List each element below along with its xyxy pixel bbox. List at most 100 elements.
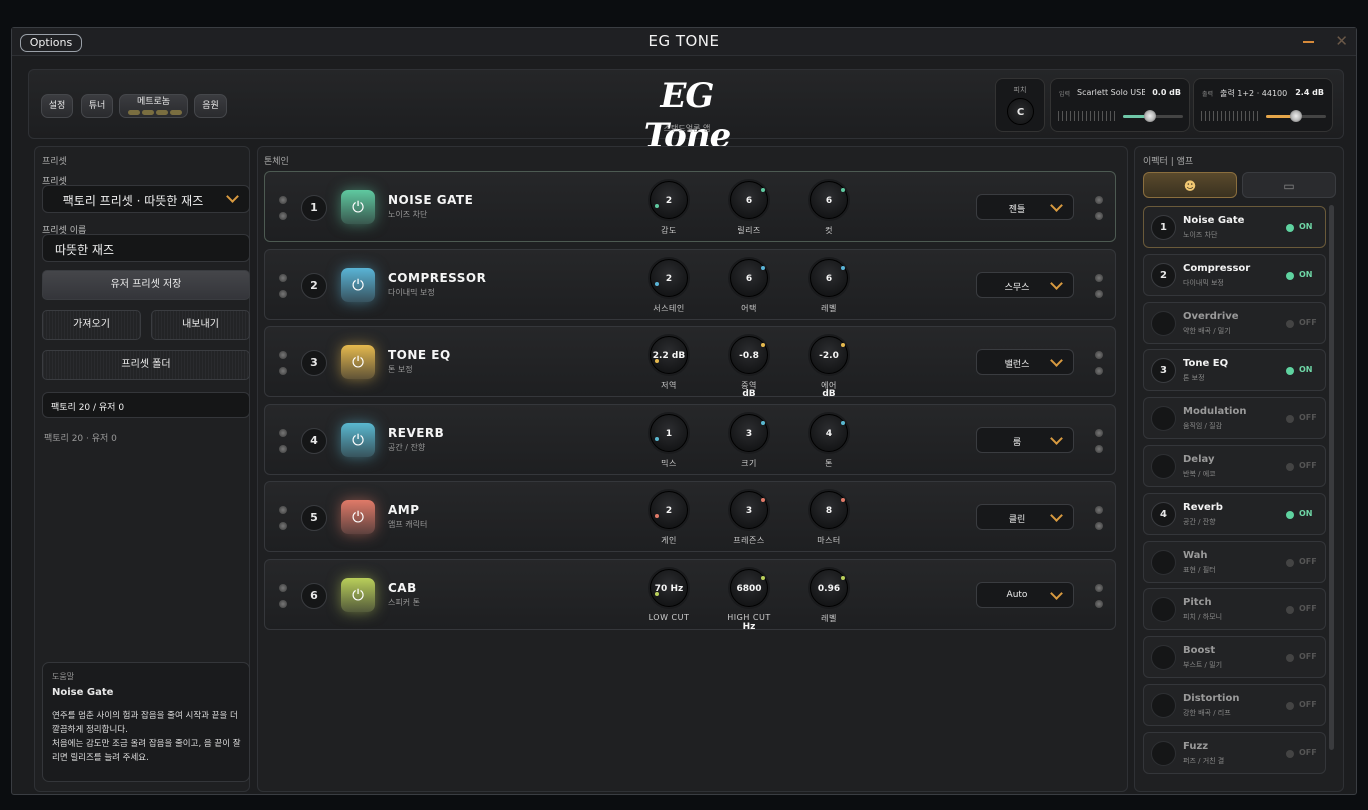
param-knob[interactable]: 6 <box>810 258 848 297</box>
input-gain-slider[interactable] <box>1123 110 1183 122</box>
knob-value: -2.0 dB <box>819 351 839 399</box>
effects-scrollbar[interactable] <box>1329 205 1334 750</box>
knob-label: 감도 <box>661 226 677 235</box>
close-icon[interactable]: ✕ <box>1335 32 1348 50</box>
settings-button[interactable]: 설정 <box>41 94 73 118</box>
effect-name: Wah <box>1183 549 1208 561</box>
output-device-name[interactable]: 출력 1+2 · 44100 ... <box>1220 88 1288 99</box>
param-knob[interactable]: 70 Hz <box>650 568 688 607</box>
power-icon: ⏻ <box>352 585 364 604</box>
param-knob[interactable]: 1 <box>650 413 688 452</box>
param-knob[interactable]: 2 <box>650 258 688 297</box>
preset-folder-button[interactable]: 프리셋 폴더 <box>42 350 250 380</box>
param-knob[interactable]: 3 <box>730 491 768 529</box>
audio-source-button[interactable]: 음원 <box>194 94 227 118</box>
effect-item[interactable]: 2 Compressor 다이내믹 보정 ON <box>1143 253 1326 296</box>
slot-preset-select[interactable]: Auto <box>976 581 1074 608</box>
effect-toggle[interactable] <box>1286 463 1294 471</box>
knob-label: 게인 <box>661 536 677 545</box>
param-knob[interactable]: 3 <box>730 413 768 452</box>
effect-toggle[interactable] <box>1286 702 1294 710</box>
input-device-name[interactable]: Scarlett Solo USB... <box>1077 88 1145 97</box>
power-icon: ⏻ <box>352 275 364 294</box>
effect-item[interactable]: Boost 부스트 / 밀기 OFF <box>1143 636 1326 679</box>
param-knob[interactable]: 6 <box>730 258 768 297</box>
tuner-button[interactable]: 튜너 <box>81 94 113 118</box>
effect-item[interactable]: Distortion 강한 배곡 / 리프 OFF <box>1143 684 1326 726</box>
param-knob[interactable]: 2 <box>650 181 688 219</box>
effect-toggle[interactable] <box>1286 367 1294 376</box>
param-knob[interactable]: 2.2 dB <box>650 336 688 374</box>
param-knob[interactable]: 4 <box>810 413 848 452</box>
slot-preset-select[interactable]: 젠틀 <box>976 194 1074 220</box>
param-knob[interactable]: -0.8 dB <box>730 336 768 399</box>
effect-item[interactable]: Overdrive 약한 배곡 / 밀기 OFF <box>1143 301 1326 344</box>
export-button[interactable]: 내보내기 <box>151 310 250 340</box>
slot-led <box>1095 428 1103 437</box>
chain-slot[interactable]: 4 ⏻ REVERB 공간 / 잔향 1 믹스 3 크기 4 톤 룸 <box>264 403 1116 475</box>
output-label: 출력 <box>1202 91 1214 98</box>
power-button[interactable]: ⏻ <box>341 500 375 534</box>
slot-led <box>1095 273 1103 282</box>
output-slider-thumb[interactable] <box>1290 110 1302 122</box>
power-button[interactable]: ⏻ <box>341 267 375 302</box>
chain-slot[interactable]: 3 ⏻ TONE EQ 톤 보정 2.2 dB 저역 -0.8 dB 중역 -2.0 dB 에어 밸… <box>264 326 1116 399</box>
effect-toggle[interactable] <box>1286 606 1294 615</box>
tuning-knob[interactable]: C <box>1007 98 1034 125</box>
effect-toggle[interactable] <box>1286 271 1294 280</box>
slot-led <box>1095 599 1103 608</box>
effect-toggle[interactable] <box>1286 558 1294 567</box>
effect-item[interactable]: Fuzz 퍼즈 / 거친 결 OFF <box>1143 731 1326 774</box>
effect-toggle[interactable] <box>1286 749 1294 758</box>
param-knob[interactable]: 2 <box>650 491 688 529</box>
help-box: 도움말 Noise Gate 연주를 멈춘 사이의 험과 잡음을 줄여 시작과 … <box>42 662 250 782</box>
param-knob[interactable]: 6 <box>810 181 848 219</box>
chain-slot[interactable]: 2 ⏻ COMPRESSOR 다이내믹 보정 2 서스테인 6 어택 6 레벨 스무스 <box>264 248 1116 320</box>
param-knob[interactable]: 6 <box>730 181 768 219</box>
power-button[interactable]: ⏻ <box>341 345 375 379</box>
chain-slot[interactable]: 1 ⏻ NOISE GATE 노이즈 차단 2 감도 6 릴리즈 6 컷 젠틀 <box>264 171 1116 242</box>
tab-amp[interactable]: ▭ <box>1242 172 1336 198</box>
power-button[interactable]: ⏻ <box>341 190 375 224</box>
effect-toggle[interactable] <box>1286 224 1294 232</box>
tuning-control[interactable]: 피치 C <box>995 78 1045 132</box>
param-knob[interactable]: 0.96 <box>810 568 848 607</box>
effect-item[interactable]: 4 Reverb 공간 / 잔향 ON <box>1143 492 1326 535</box>
knob-indicator <box>841 420 845 425</box>
effect-number <box>1151 406 1176 432</box>
effect-item[interactable]: Wah 표현 / 필터 OFF <box>1143 540 1326 583</box>
slot-preset-select[interactable]: 스무스 <box>976 271 1074 298</box>
import-button[interactable]: 가져오기 <box>42 310 141 340</box>
chain-slot[interactable]: 5 ⏻ AMP 앰프 캐릭터 2 게인 3 프레즌스 8 마스터 클린 <box>264 481 1116 552</box>
effect-toggle[interactable] <box>1286 319 1294 328</box>
power-button[interactable]: ⏻ <box>341 422 375 457</box>
metronome-button[interactable]: 메트로놈 <box>119 94 188 118</box>
effect-item[interactable]: Delay 반복 / 에코 OFF <box>1143 445 1326 487</box>
slot-preset-select[interactable]: 클린 <box>976 504 1074 530</box>
power-button[interactable]: ⏻ <box>341 577 375 612</box>
slot-preset-select[interactable]: 룸 <box>976 426 1074 453</box>
input-slider-thumb[interactable] <box>1144 110 1156 122</box>
tab-effects[interactable]: ☻ <box>1143 172 1237 198</box>
minimize-icon[interactable] <box>1303 41 1314 43</box>
effect-item[interactable]: 3 Tone EQ 톤 보정 ON <box>1143 349 1326 392</box>
chain-slot[interactable]: 6 ⏻ CAB 스피커 톤 70 Hz LOW CUT 6800 Hz HIGH CUT 0.9… <box>264 558 1116 632</box>
knob-label: 어택 <box>741 303 757 313</box>
effect-toggle[interactable] <box>1286 654 1294 663</box>
effect-item[interactable]: Modulation 움직임 / 질감 OFF <box>1143 397 1326 440</box>
output-gain-slider[interactable] <box>1266 110 1326 122</box>
param-knob[interactable]: -2.0 dB <box>810 336 848 399</box>
preset-select[interactable]: 팩토리 프리셋 · 따뜻한 재즈 <box>42 185 250 213</box>
save-user-preset-button[interactable]: 유저 프리셋 저장 <box>42 270 250 300</box>
preset-name-field[interactable]: 따뜻한 재즈 <box>42 234 250 262</box>
effect-item[interactable]: Pitch 피치 / 하모니 OFF <box>1143 588 1326 631</box>
param-knob[interactable]: 6800 Hz <box>730 568 768 632</box>
slot-preset-select[interactable]: 밸런스 <box>976 349 1074 375</box>
effect-item[interactable]: 1 Noise Gate 노이즈 차단 ON <box>1143 206 1326 248</box>
effect-toggle[interactable] <box>1286 415 1294 424</box>
tuning-label: 피치 <box>1013 86 1027 94</box>
effect-name: Tone EQ <box>1183 358 1229 370</box>
param-knob[interactable]: 8 <box>810 491 848 529</box>
slot-name: CAB <box>388 580 417 595</box>
effect-toggle[interactable] <box>1286 510 1294 519</box>
